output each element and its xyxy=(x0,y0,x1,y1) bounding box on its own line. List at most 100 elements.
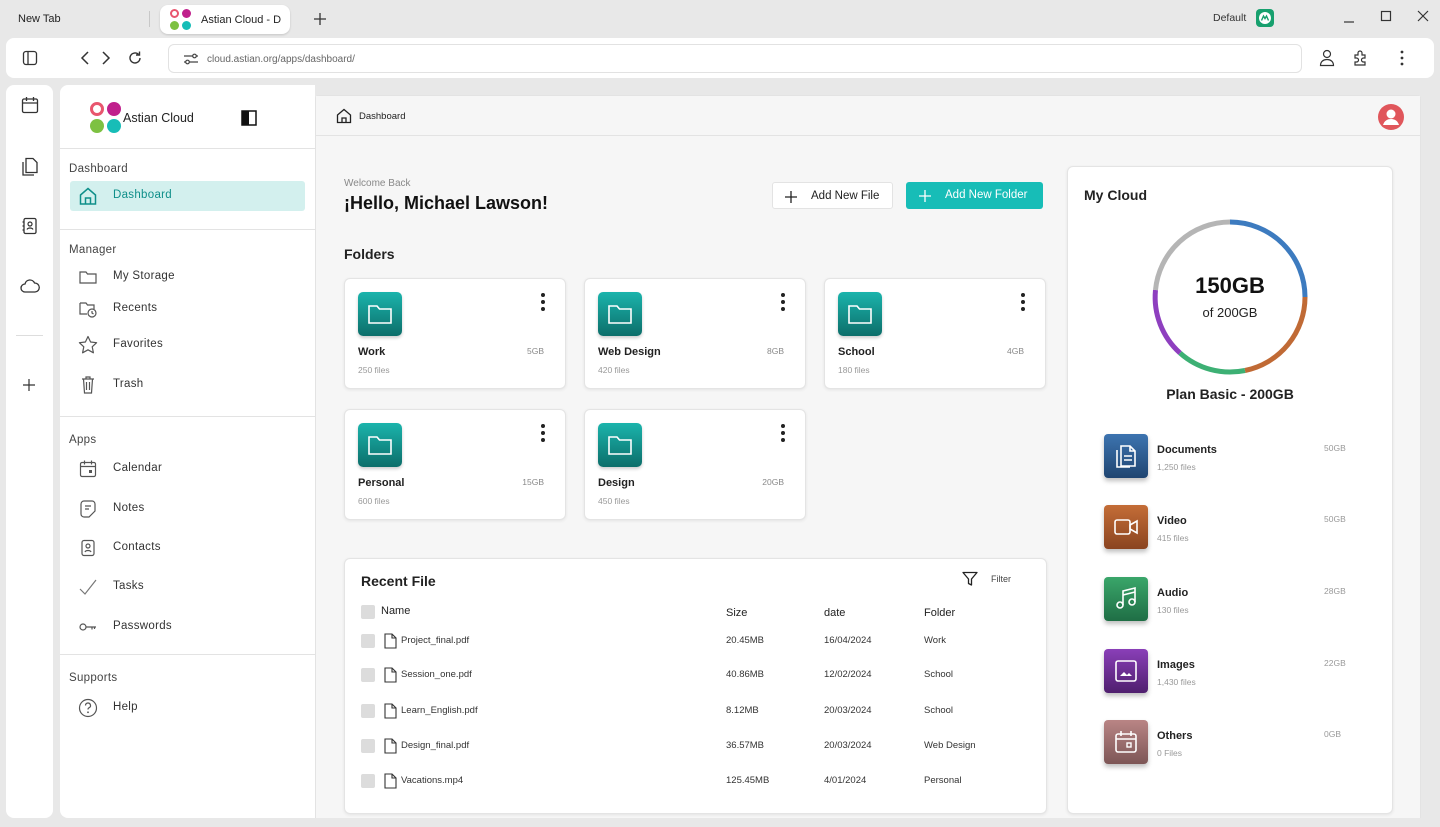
video-icon xyxy=(1104,505,1148,549)
add-panel-icon[interactable] xyxy=(23,379,35,391)
brand-name: Astian Cloud xyxy=(123,111,194,125)
folder-card-design[interactable]: Design 20GB 450 files xyxy=(584,409,806,520)
address-bar[interactable]: cloud.astian.org/apps/dashboard/ xyxy=(168,44,1302,73)
category-name: Audio xyxy=(1157,587,1189,599)
close-icon[interactable] xyxy=(1417,10,1429,22)
folder-card-web-design[interactable]: Web Design 8GB 420 files xyxy=(584,278,806,389)
col-size[interactable]: Size xyxy=(726,607,747,619)
folder-name: Web Design xyxy=(598,346,661,358)
category-name: Documents xyxy=(1157,444,1217,456)
add-new-folder-button[interactable]: Add New Folder xyxy=(906,182,1043,209)
folder-card-school[interactable]: School 4GB 180 files xyxy=(824,278,1046,389)
profile-icon[interactable] xyxy=(1256,9,1274,27)
sidebar-item-notes[interactable]: Notes xyxy=(70,494,305,524)
sidebar-item-contacts[interactable]: Contacts xyxy=(70,533,305,563)
profile-label[interactable]: Default xyxy=(1213,12,1246,24)
maximize-icon[interactable] xyxy=(1380,10,1392,22)
file-size: 36.57MB xyxy=(726,740,765,751)
sidebar-item-label: Help xyxy=(113,701,138,713)
file-size: 125.45MB xyxy=(726,775,770,786)
folder-card-personal[interactable]: Personal 15GB 600 files xyxy=(344,409,566,520)
file-date: 4/01/2024 xyxy=(824,775,867,786)
folder-files: 180 files xyxy=(838,365,870,375)
row-checkbox[interactable] xyxy=(361,668,375,682)
sidebar-item-calendar[interactable]: Calendar xyxy=(70,454,305,484)
extensions-icon[interactable] xyxy=(1352,49,1370,67)
back-icon[interactable] xyxy=(79,51,91,65)
sidebar-item-help[interactable]: Help xyxy=(70,693,305,723)
tab-new-tab[interactable]: New Tab xyxy=(18,13,61,25)
main-content: Dashboard Welcome Back ¡Hello, Michael L… xyxy=(315,95,1421,818)
files-icon[interactable] xyxy=(21,157,39,177)
sidebar-item-passwords[interactable]: Passwords xyxy=(70,612,305,642)
col-date[interactable]: date xyxy=(824,607,845,619)
folder-icon xyxy=(598,292,642,336)
table-row[interactable]: Learn_English.pdf 8.12MB 20/03/2024 Scho… xyxy=(361,701,1021,721)
avatar[interactable] xyxy=(1378,104,1404,130)
new-tab-plus-icon[interactable] xyxy=(313,12,327,26)
category-images[interactable]: Images 1,430 files 22GB xyxy=(1104,649,1364,699)
sidebar-item-trash[interactable]: Trash xyxy=(70,370,305,400)
folder-card-work[interactable]: Work 5GB 250 files xyxy=(344,278,566,389)
category-audio[interactable]: Audio 130 files 28GB xyxy=(1104,577,1364,627)
collapse-sidebar-icon[interactable] xyxy=(241,110,257,126)
add-new-file-button[interactable]: Add New File xyxy=(772,182,893,209)
row-checkbox[interactable] xyxy=(361,774,375,788)
folder-icon xyxy=(598,423,642,467)
more-options-icon[interactable] xyxy=(781,293,785,311)
section-manager: Manager xyxy=(69,244,117,256)
row-checkbox[interactable] xyxy=(361,634,375,648)
forward-icon[interactable] xyxy=(100,51,112,65)
folder-files: 450 files xyxy=(598,496,630,506)
category-documents[interactable]: Documents 1,250 files 50GB xyxy=(1104,434,1364,484)
tab-astian-cloud[interactable]: Astian Cloud - D xyxy=(160,5,290,34)
sidebar-item-my-storage[interactable]: My Storage xyxy=(70,262,305,292)
reload-icon[interactable] xyxy=(127,50,143,66)
calendar-icon xyxy=(78,459,98,479)
row-checkbox[interactable] xyxy=(361,704,375,718)
account-icon[interactable] xyxy=(1319,49,1335,67)
table-row[interactable]: Session_one.pdf 40.86MB 12/02/2024 Schoo… xyxy=(361,665,1021,685)
site-settings-icon[interactable] xyxy=(183,53,199,65)
sidebar-item-tasks[interactable]: Tasks xyxy=(70,572,305,602)
select-all-checkbox[interactable] xyxy=(361,605,375,619)
home-icon[interactable] xyxy=(336,108,352,124)
file-folder: Work xyxy=(924,635,946,646)
calendar-icon[interactable] xyxy=(21,96,39,114)
more-options-icon[interactable] xyxy=(541,293,545,311)
file-size: 8.12MB xyxy=(726,705,759,716)
menu-dots-icon[interactable] xyxy=(1400,50,1404,66)
file-folder: School xyxy=(924,669,954,680)
file-name: Project_final.pdf xyxy=(401,635,470,646)
sidebar-toggle-icon[interactable] xyxy=(22,50,38,66)
sidebar-item-recents[interactable]: Recents xyxy=(70,294,305,324)
col-name[interactable]: Name xyxy=(381,605,410,617)
cloud-icon[interactable] xyxy=(20,279,40,293)
filter-icon[interactable] xyxy=(962,571,978,587)
category-video[interactable]: Video 415 files 50GB xyxy=(1104,505,1364,555)
contacts-book-icon[interactable] xyxy=(22,217,38,235)
more-options-icon[interactable] xyxy=(781,424,785,442)
table-row[interactable]: Design_final.pdf 36.57MB 20/03/2024 Web … xyxy=(361,736,1021,756)
table-row[interactable]: Vacations.mp4 125.45MB 4/01/2024 Persona… xyxy=(361,771,1021,791)
minimize-icon[interactable] xyxy=(1343,12,1355,24)
filter-label[interactable]: Filter xyxy=(991,574,1011,584)
category-others[interactable]: Others 0 Files 0GB xyxy=(1104,720,1364,770)
folder-name: Work xyxy=(358,346,386,358)
file-folder: Personal xyxy=(924,775,962,786)
breadcrumb-dashboard[interactable]: Dashboard xyxy=(359,111,405,122)
sidebar-item-label: Calendar xyxy=(113,462,163,474)
folder-files: 600 files xyxy=(358,496,390,506)
col-folder[interactable]: Folder xyxy=(924,607,955,619)
checkmark-icon xyxy=(78,577,98,597)
sidebar-item-favorites[interactable]: Favorites xyxy=(70,330,305,360)
more-options-icon[interactable] xyxy=(541,424,545,442)
sidebar-item-dashboard[interactable]: Dashboard xyxy=(70,181,305,211)
plus-icon xyxy=(919,190,931,202)
row-checkbox[interactable] xyxy=(361,739,375,753)
more-options-icon[interactable] xyxy=(1021,293,1025,311)
folder-name: School xyxy=(838,346,875,358)
table-row[interactable]: Project_final.pdf 20.45MB 16/04/2024 Wor… xyxy=(361,631,1021,651)
browser-tab-bar: New Tab Astian Cloud - D Default xyxy=(0,0,1440,38)
sidebar-item-label: Passwords xyxy=(113,620,172,632)
